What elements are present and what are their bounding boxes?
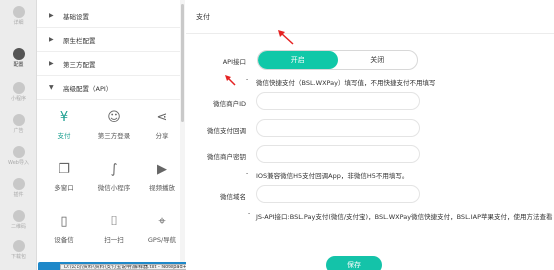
api-item-share[interactable]: ⋖ 分享 xyxy=(138,110,186,140)
rail-item-ads[interactable]: 广告 xyxy=(0,114,37,134)
api-item-payment[interactable]: ¥ 支付 xyxy=(40,110,88,140)
annotation-arrow-icon xyxy=(278,30,294,45)
user-icon: ☺ xyxy=(107,110,121,125)
rail-item-details[interactable]: 详细 xyxy=(0,6,37,26)
rail-item-download[interactable]: 下载包 xyxy=(0,240,37,260)
rail-item-label: Web导入 xyxy=(8,160,29,166)
tree-scrollbar-thumb[interactable] xyxy=(181,4,184,122)
rail-item-label: 小程序 xyxy=(10,96,26,102)
mini-program-icon xyxy=(12,82,25,94)
dash-marker: - xyxy=(246,76,249,83)
pay-callback-field[interactable] xyxy=(256,119,420,137)
dash-marker: - xyxy=(246,170,249,177)
tree-row-basic[interactable]: ▶ 基础设置 xyxy=(37,4,185,28)
rail-item-label: 插件 xyxy=(13,192,24,198)
taskbar-tooltip: D:\公司\资料\资料\支付宝说明\解释器.txt - Notepad++ xyxy=(60,264,200,270)
tree-row-label: 第三方配置 xyxy=(63,60,96,69)
wxpay-hint: 微信快捷支付（BSL.WXPay）填写值，不用快捷支付不用填写 xyxy=(256,79,436,87)
rail-item-label: 二维码 xyxy=(10,224,26,230)
rail-item-qrcode[interactable]: 二维码 xyxy=(0,210,37,230)
api-item-label: 第三方登录 xyxy=(97,132,131,140)
share-icon: ⋖ xyxy=(156,110,168,125)
chevron-right-icon: ▶ xyxy=(49,60,54,67)
api-item-wechat-mini-program[interactable]: ∫ 微信小程序 xyxy=(90,162,138,192)
api-item-label: 多窗口 xyxy=(54,184,74,192)
annotation-arrow-icon xyxy=(225,75,236,86)
ios-hint: IOS兼容微信H5支付回调App，非微信H5不用填写。 xyxy=(256,172,409,180)
tree-row-label: 原生栏配置 xyxy=(63,36,96,45)
api-item-label: 微信小程序 xyxy=(97,184,131,192)
api-item-label: 视频播放 xyxy=(149,184,175,192)
merchant-id-label: 微信商户ID xyxy=(213,100,246,108)
api-toggle[interactable]: 开启 关闭 xyxy=(257,50,418,70)
save-button[interactable]: 保存 xyxy=(326,256,382,270)
web-import-icon xyxy=(12,146,25,158)
tree-row-label: 基础设置 xyxy=(63,12,89,21)
api-item-multi-window[interactable]: ❐ 多窗口 xyxy=(40,162,88,192)
ad-icon xyxy=(12,114,25,126)
toggle-off-option[interactable]: 关闭 xyxy=(338,51,418,69)
tree-row-third-party[interactable]: ▶ 第三方配置 xyxy=(37,52,185,76)
video-icon: ▶ xyxy=(157,162,167,177)
api-item-third-party-login[interactable]: ☺ 第三方登录 xyxy=(90,110,138,140)
info-icon xyxy=(12,6,25,18)
wechat-domain-field[interactable] xyxy=(256,185,420,203)
rail-item-label: 配置 xyxy=(13,62,24,68)
api-item-label: 分享 xyxy=(155,132,169,140)
rail-item-mini-program[interactable]: 小程序 xyxy=(0,82,37,102)
download-icon xyxy=(12,240,25,252)
api-item-gps[interactable]: ⌖ GPS/导航 xyxy=(138,214,186,244)
rail-item-label: 详细 xyxy=(13,20,24,26)
multi-window-icon: ❐ xyxy=(58,162,70,177)
api-item-scan[interactable]: ⌷ 扫一扫 xyxy=(90,214,138,244)
api-item-video[interactable]: ▶ 视频播放 xyxy=(138,162,186,192)
merchant-id-field[interactable] xyxy=(256,92,420,110)
scan-icon: ⌷ xyxy=(110,214,118,229)
plugin-icon xyxy=(12,178,25,190)
pay-callback-label: 微信支付回调 xyxy=(207,127,246,135)
gear-icon xyxy=(12,48,25,60)
wechat-domain-label: 微信域名 xyxy=(220,193,246,201)
rail-item-web-import[interactable]: Web导入 xyxy=(0,146,37,166)
api-item-label: 设备信 xyxy=(54,236,74,244)
tree-row-advanced-api[interactable]: ▼ 高级配置（API） xyxy=(37,76,185,100)
chevron-down-icon: ▼ xyxy=(49,84,54,91)
location-icon: ⌖ xyxy=(158,214,166,229)
rail-item-plugins[interactable]: 插件 xyxy=(0,178,37,198)
api-item-label: 支付 xyxy=(57,132,71,140)
rail-item-config[interactable]: 配置 xyxy=(0,48,37,68)
api-item-device[interactable]: ▯ 设备信 xyxy=(40,214,88,244)
dash-marker: - xyxy=(248,210,251,217)
rail-item-label: 下载包 xyxy=(10,254,26,260)
yen-icon: ¥ xyxy=(59,110,69,125)
chevron-right-icon: ▶ xyxy=(49,12,54,19)
toggle-on-option[interactable]: 开启 xyxy=(258,51,338,69)
tree-row-label: 高级配置（API） xyxy=(63,84,113,93)
api-item-label: 扫一扫 xyxy=(104,236,124,244)
chevron-right-icon: ▶ xyxy=(49,36,54,43)
merchant-secret-label: 微信商户密钥 xyxy=(207,153,246,161)
qrcode-icon xyxy=(12,210,25,222)
api-item-label: GPS/导航 xyxy=(147,236,177,244)
mini-program-icon: ∫ xyxy=(110,162,118,177)
page-header xyxy=(186,0,554,34)
tree-row-native-bar[interactable]: ▶ 原生栏配置 xyxy=(37,28,185,52)
merchant-secret-field[interactable] xyxy=(256,145,420,163)
api-usage-hint: JS-API接口:BSL.Pay支付(微信/支付宝)，BSL.WXPay微信快捷… xyxy=(256,213,553,221)
app-rail: 详细 配置 小程序 广告 Web导入 插件 二维码 下载包 xyxy=(0,0,37,270)
api-interface-label: API接口 xyxy=(222,58,246,66)
device-icon: ▯ xyxy=(60,214,68,229)
page-title: 支付 xyxy=(196,13,210,21)
rail-item-label: 广告 xyxy=(13,128,24,134)
